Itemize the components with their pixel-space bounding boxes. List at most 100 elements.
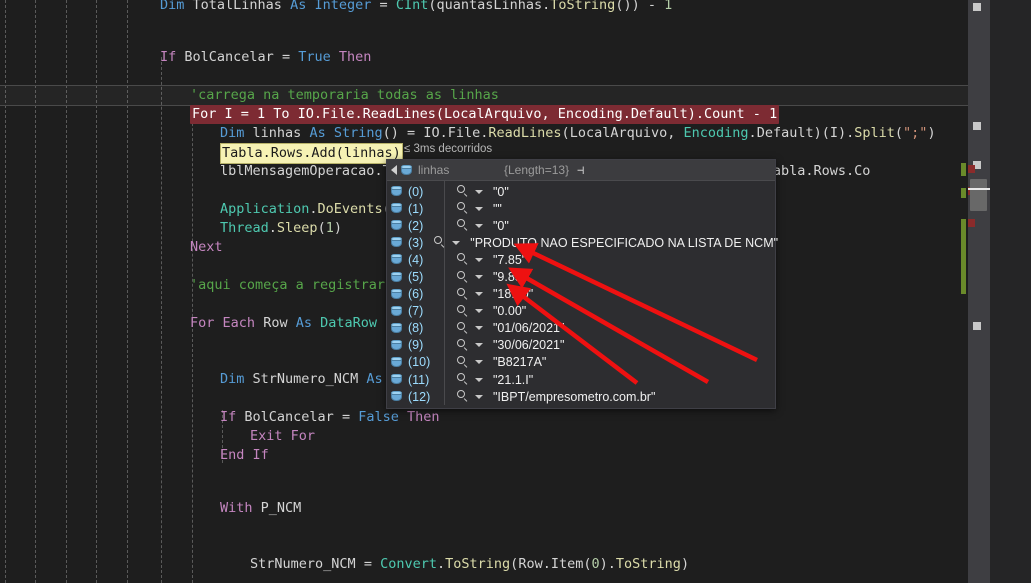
chevron-down-icon[interactable] bbox=[475, 257, 483, 262]
array-cube-icon bbox=[391, 288, 402, 300]
magnifier-icon[interactable] bbox=[456, 185, 470, 198]
code-line: Thread.Sleep(1) bbox=[220, 220, 342, 236]
datatip-index: (3) bbox=[408, 235, 424, 250]
datatip-row[interactable]: (12) "IBPT/empresometro.com.br" bbox=[387, 388, 775, 405]
marker-mid bbox=[973, 122, 981, 130]
magnifier-icon[interactable] bbox=[456, 253, 470, 266]
chevron-down-icon[interactable] bbox=[475, 309, 483, 314]
datatip-index: (1) bbox=[408, 201, 424, 216]
datatip-value: "IBPT/empresometro.com.br" bbox=[493, 389, 656, 404]
magnifier-icon[interactable] bbox=[456, 287, 470, 301]
datatip-index: (6) bbox=[408, 287, 424, 302]
code-line: Exit For bbox=[250, 428, 316, 444]
chevron-down-icon[interactable] bbox=[475, 189, 483, 194]
datatip-row[interactable]: (0) "0" bbox=[387, 183, 775, 200]
code-line: Dim StrNumero_NCM As St bbox=[220, 371, 407, 387]
array-cube-icon bbox=[391, 391, 402, 402]
array-cube-icon bbox=[391, 339, 402, 351]
array-cube-icon bbox=[401, 164, 412, 176]
magnifier-icon[interactable] bbox=[456, 304, 470, 318]
datatip-row[interactable]: (10) "B8217A" bbox=[387, 354, 775, 371]
code-line: For Each Row As DataRow In bbox=[190, 315, 401, 331]
marker-error-3 bbox=[968, 219, 975, 227]
chevron-down-icon[interactable] bbox=[452, 240, 461, 245]
chevron-down-icon[interactable] bbox=[475, 292, 483, 297]
magnifier-icon[interactable] bbox=[456, 338, 470, 352]
array-cube-icon bbox=[391, 356, 402, 368]
marker-error-1 bbox=[968, 165, 975, 173]
chevron-down-icon[interactable] bbox=[475, 394, 483, 399]
datatip-row[interactable]: (4) "7.85" bbox=[387, 251, 775, 268]
magnifier-icon[interactable] bbox=[456, 219, 470, 232]
marker-change-2 bbox=[961, 188, 966, 198]
datatip-row[interactable]: (2) "0" bbox=[387, 217, 775, 234]
datatip-row[interactable]: (1) "" bbox=[387, 200, 775, 217]
magnifier-icon[interactable] bbox=[456, 321, 470, 335]
scrollbar-thumb[interactable] bbox=[970, 179, 987, 211]
chevron-down-icon[interactable] bbox=[475, 343, 483, 348]
chevron-down-icon[interactable] bbox=[475, 206, 483, 211]
array-cube-icon bbox=[391, 271, 402, 283]
array-cube-icon bbox=[391, 254, 402, 265]
datatip-index: (9) bbox=[408, 338, 424, 353]
datatip-variable-name: linhas bbox=[418, 163, 450, 177]
datatip-value: "0" bbox=[493, 218, 509, 233]
datatip-row[interactable]: (6) "18.00" bbox=[387, 286, 775, 303]
marker-bottom bbox=[973, 322, 981, 330]
datatip-row-list: (0) "0" (1) "" (2) "0" (3) "PRODUTO NAO … bbox=[387, 181, 779, 408]
pin-icon[interactable]: ⊣ bbox=[577, 164, 584, 176]
datatip-value: "PRODUTO NAO ESPECIFICADO NA LISTA DE NC… bbox=[470, 235, 779, 250]
datatip-index: (0) bbox=[408, 184, 424, 199]
chevron-down-icon[interactable] bbox=[475, 275, 483, 280]
datatip-value: "01/06/2021" bbox=[493, 321, 565, 336]
datatip-row[interactable]: (8) "01/06/2021" bbox=[387, 320, 775, 337]
magnifier-icon[interactable] bbox=[456, 270, 470, 284]
datatip-index: (12) bbox=[408, 389, 431, 404]
magnifier-icon[interactable] bbox=[456, 373, 470, 386]
code-line: Dim TotalLinhas As Integer = CInt(quanta… bbox=[160, 0, 673, 13]
datatip-length-label: {Length=13} bbox=[504, 163, 570, 177]
vertical-scrollbar[interactable] bbox=[968, 0, 990, 583]
scrollbar-current-line-marker bbox=[968, 188, 990, 190]
code-line-comment: 'carrega na temporaria todas as linhas bbox=[190, 87, 499, 103]
elapsed-time-adornment: ≤ 3ms decorridos bbox=[404, 143, 493, 155]
datatip-value: "0.00" bbox=[493, 304, 527, 319]
magnifier-icon[interactable] bbox=[456, 202, 470, 215]
marker-change-4 bbox=[961, 256, 966, 294]
datatip-row[interactable]: (3) "PRODUTO NAO ESPECIFICADO NA LISTA D… bbox=[387, 234, 779, 251]
datatip-row[interactable]: (5) "9.85" bbox=[387, 268, 775, 285]
datatip-row[interactable]: (7) "0.00" bbox=[387, 303, 775, 320]
code-line: Application.DoEvents() bbox=[220, 201, 399, 217]
datatip-header: linhas {Length=13} ⊣ bbox=[387, 160, 775, 181]
code-line-comment: 'aqui começa a registrar no bbox=[190, 277, 410, 293]
debugger-datatip[interactable]: linhas {Length=13} ⊣ (0) "0" (1) "" (2) … bbox=[386, 159, 779, 410]
chevron-down-icon[interactable] bbox=[475, 377, 483, 382]
datatip-index: (11) bbox=[408, 372, 430, 387]
code-editor-window: Dim TotalLinhas As Integer = CInt(quanta… bbox=[0, 0, 1031, 583]
magnifier-icon[interactable] bbox=[456, 355, 470, 369]
datatip-value: "" bbox=[493, 201, 502, 216]
magnifier-icon[interactable] bbox=[456, 390, 470, 403]
code-line: Dim linhas As String() = IO.File.ReadLin… bbox=[220, 125, 936, 141]
chevron-down-icon[interactable] bbox=[475, 360, 483, 365]
datatip-value: "21.1.I" bbox=[493, 372, 534, 387]
chevron-down-icon[interactable] bbox=[475, 326, 483, 331]
magnifier-icon[interactable] bbox=[433, 236, 447, 249]
array-cube-icon bbox=[391, 322, 402, 334]
marker-top bbox=[973, 3, 981, 11]
code-line: Next bbox=[190, 239, 223, 255]
chevron-down-icon[interactable] bbox=[475, 223, 483, 228]
current-statement-highlight: Tabla.Rows.Add(linhas) bbox=[220, 143, 403, 164]
collapse-triangle-icon[interactable] bbox=[391, 165, 397, 175]
code-line: End If bbox=[220, 447, 269, 463]
array-cube-icon bbox=[391, 203, 402, 214]
datatip-index: (7) bbox=[408, 304, 424, 319]
datatip-value: "30/06/2021" bbox=[493, 338, 565, 353]
code-line: StrNumero_NCM = Convert.ToString(Row.Ite… bbox=[250, 556, 690, 572]
datatip-value: "0" bbox=[493, 184, 509, 199]
datatip-row[interactable]: (9) "30/06/2021" bbox=[387, 337, 775, 354]
code-line-breakpoint: For I = 1 To IO.File.ReadLines(LocalArqu… bbox=[190, 105, 780, 124]
datatip-index: (4) bbox=[408, 252, 424, 267]
datatip-row[interactable]: (11) "21.1.I" bbox=[387, 371, 775, 388]
code-line: If BolCancelar = True Then bbox=[160, 49, 372, 65]
